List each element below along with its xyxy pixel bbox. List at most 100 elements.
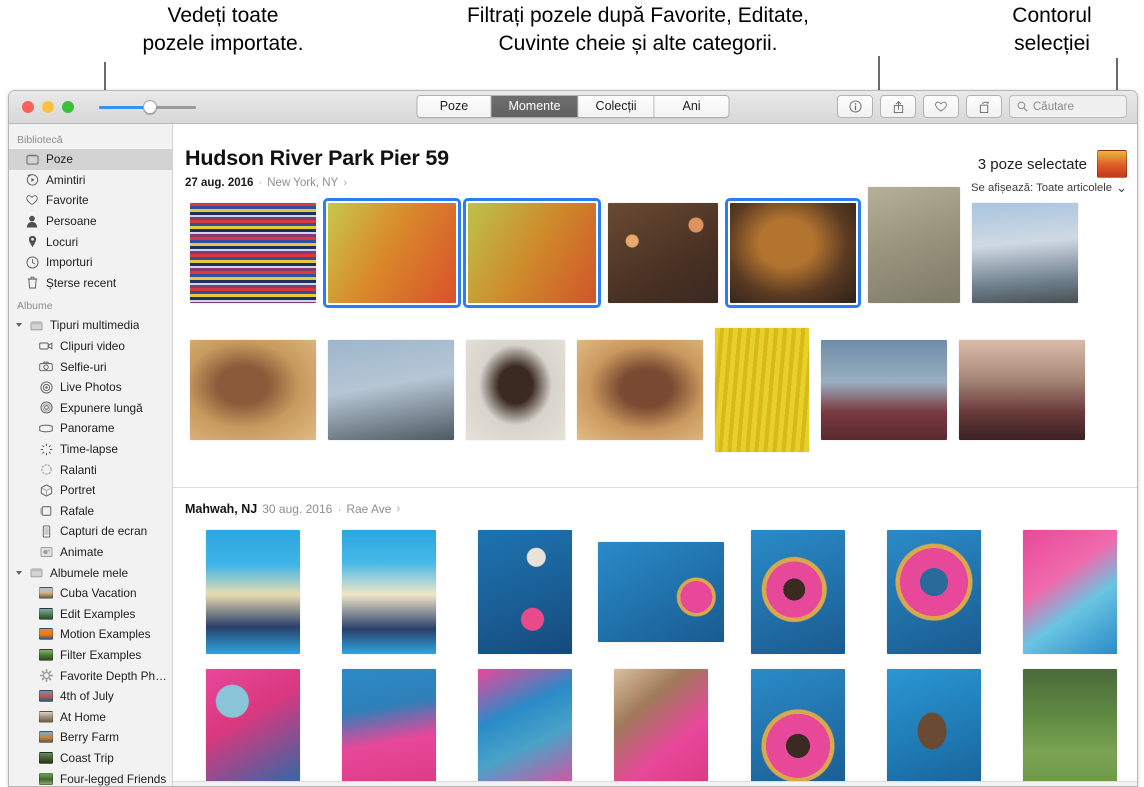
photo-cell[interactable] [462, 198, 602, 308]
photo-thumbnail[interactable] [614, 669, 709, 786]
photo-cell[interactable] [592, 669, 728, 786]
photo-cell[interactable] [865, 530, 1001, 654]
rotate-button[interactable] [966, 95, 1002, 118]
sidebar-item-motion-examples[interactable]: Motion Examples [9, 624, 172, 645]
photo-thumbnail[interactable] [886, 669, 981, 786]
photo-cell[interactable] [320, 530, 456, 654]
photo-cell[interactable] [592, 530, 728, 642]
photo-cell[interactable] [953, 340, 1091, 440]
photo-thumbnail[interactable] [886, 530, 981, 654]
photo-thumbnail[interactable] [750, 669, 845, 786]
photo-cell[interactable] [322, 198, 462, 308]
sidebar-item-capturi-de-ecran[interactable]: Capturi de ecran [9, 521, 172, 542]
photo-cell[interactable] [815, 340, 953, 440]
view-mode-tabs[interactable]: Poze Momente Colecții Ani [416, 95, 730, 118]
photo-cell[interactable] [966, 203, 1084, 303]
sidebar-item-locuri[interactable]: Locuri [9, 231, 172, 252]
photo-thumbnail[interactable] [959, 340, 1085, 440]
sidebar-item-filter-examples[interactable]: Filter Examples [9, 645, 172, 666]
photo-thumbnail[interactable] [478, 669, 573, 786]
photo-cell[interactable] [184, 203, 322, 303]
photo-cell[interactable] [184, 530, 320, 654]
horizontal-scrollbar[interactable] [173, 781, 1137, 786]
photo-cell[interactable] [571, 340, 709, 440]
sidebar-item-panorame[interactable]: Panorame [9, 418, 172, 439]
sidebar[interactable]: Bibliotecă Poze Amintiri Favorite Persoa… [9, 124, 173, 786]
photo-thumbnail[interactable] [190, 340, 316, 440]
sidebar-item-coast-trip[interactable]: Coast Trip [9, 748, 172, 769]
photo-thumbnail[interactable] [821, 340, 947, 440]
sidebar-item-selfie-uri[interactable]: Selfie-uri [9, 356, 172, 377]
photo-thumbnail[interactable] [577, 340, 703, 440]
sidebar-item-expunere-lunga[interactable]: Expunere lungă [9, 398, 172, 419]
photo-grid-content[interactable]: Hudson River Park Pier 59 27 aug. 2016 ·… [173, 124, 1137, 786]
minimize-button[interactable] [42, 101, 54, 113]
photo-thumbnail[interactable] [1022, 669, 1117, 786]
sidebar-item-edit-examples[interactable]: Edit Examples [9, 603, 172, 624]
sidebar-item-4th-of-july[interactable]: 4th of July [9, 686, 172, 707]
sidebar-item-animate[interactable]: Animate [9, 542, 172, 563]
moment1-place[interactable]: New York, NY [267, 177, 338, 189]
photo-thumbnail[interactable] [328, 340, 454, 440]
photo-cell[interactable] [1001, 669, 1137, 786]
photo-cell[interactable] [1001, 530, 1137, 654]
photo-cell[interactable] [729, 669, 865, 786]
photo-thumbnail[interactable] [342, 669, 437, 786]
sidebar-item-sterse-recent[interactable]: Șterse recent [9, 273, 172, 294]
photo-cell[interactable] [709, 328, 815, 452]
photo-thumbnail[interactable] [342, 530, 437, 654]
chevron-down-icon[interactable] [16, 570, 22, 575]
sidebar-item-favorite[interactable]: Favorite [9, 190, 172, 211]
photo-thumbnail[interactable] [206, 669, 300, 786]
photo-cell[interactable] [320, 669, 456, 786]
chevron-right-icon[interactable]: › [343, 177, 347, 189]
photo-cell[interactable] [724, 198, 862, 308]
photo-thumbnail[interactable] [206, 530, 300, 654]
tab-momente[interactable]: Momente [491, 96, 579, 117]
moment2-street[interactable]: Rae Ave [346, 502, 391, 516]
tab-poze[interactable]: Poze [417, 96, 492, 117]
sidebar-item-ralanti[interactable]: Ralanti [9, 459, 172, 480]
sidebar-item-berry-farm[interactable]: Berry Farm [9, 727, 172, 748]
photo-thumbnail[interactable] [478, 530, 573, 654]
info-button[interactable] [837, 95, 873, 118]
chevron-right-icon[interactable]: › [396, 503, 400, 515]
photo-cell[interactable] [322, 340, 460, 440]
tab-colectii[interactable]: Colecții [578, 96, 655, 117]
photo-cell[interactable] [460, 340, 571, 440]
photo-thumbnail[interactable] [972, 203, 1078, 303]
photo-thumbnail[interactable] [190, 203, 316, 303]
sidebar-group-tipuri-multimedia[interactable]: Tipuri multimedia [9, 315, 172, 336]
search-input[interactable]: Căutare [1009, 95, 1127, 118]
sidebar-item-live-photos[interactable]: Live Photos [9, 377, 172, 398]
thumbnail-zoom-slider[interactable] [99, 100, 196, 114]
chevron-down-icon[interactable] [16, 323, 22, 328]
chevron-down-icon[interactable]: ⌄ [1116, 181, 1127, 194]
photo-thumbnail[interactable] [468, 203, 596, 303]
sidebar-item-poze[interactable]: Poze [9, 149, 172, 170]
sidebar-item-four-legged-friends[interactable]: Four-legged Friends [9, 768, 172, 786]
maximize-button[interactable] [62, 101, 74, 113]
sidebar-item-persoane[interactable]: Persoane [9, 211, 172, 232]
photo-thumbnail[interactable] [868, 187, 960, 303]
sidebar-item-at-home[interactable]: At Home [9, 706, 172, 727]
photo-thumbnail[interactable] [598, 542, 725, 642]
sidebar-item-time-lapse[interactable]: Time-lapse [9, 439, 172, 460]
photo-cell[interactable] [456, 530, 592, 654]
sidebar-item-importuri[interactable]: Importuri [9, 252, 172, 273]
photo-cell[interactable] [184, 669, 320, 786]
photo-thumbnail[interactable] [608, 203, 718, 303]
photo-thumbnail[interactable] [715, 328, 809, 452]
photo-thumbnail[interactable] [466, 340, 565, 440]
photo-cell[interactable] [862, 187, 966, 303]
photo-thumbnail[interactable] [1022, 530, 1117, 654]
sidebar-item-favorite-depth-photos[interactable]: Favorite Depth Phot... [9, 665, 172, 686]
photo-thumbnail[interactable] [750, 530, 845, 654]
sidebar-item-clipuri-video[interactable]: Clipuri video [9, 336, 172, 357]
sidebar-item-cuba-vacation[interactable]: Cuba Vacation [9, 583, 172, 604]
photo-thumbnail[interactable] [730, 203, 856, 303]
photo-cell[interactable] [456, 669, 592, 786]
photo-thumbnail[interactable] [328, 203, 456, 303]
photo-cell[interactable] [184, 340, 322, 440]
sidebar-item-portret[interactable]: Portret [9, 480, 172, 501]
